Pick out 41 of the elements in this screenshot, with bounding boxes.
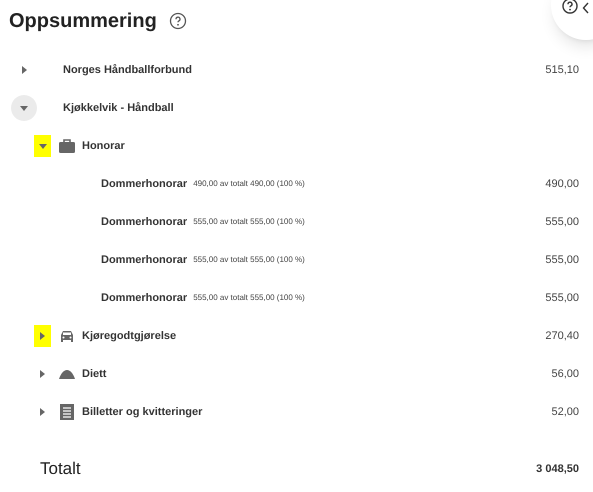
- item-amount: 555,00: [545, 290, 579, 306]
- collapse-button[interactable]: [582, 2, 590, 14]
- caret-right-icon: [40, 370, 45, 378]
- category-amount: 270,40: [545, 328, 579, 344]
- category-amount: 56,00: [551, 366, 579, 382]
- category-label[interactable]: Billetter og kvitteringer: [82, 404, 202, 420]
- help-button[interactable]: [562, 0, 578, 14]
- item-detail: 555,00 av totalt 555,00 (100 %): [193, 292, 305, 304]
- item-detail: 490,00 av totalt 490,00 (100 %): [193, 178, 305, 190]
- item-detail: 555,00 av totalt 555,00 (100 %): [193, 216, 305, 228]
- total-amount: 3 048,50: [536, 462, 579, 477]
- caret-right-icon: [40, 332, 45, 340]
- briefcase-icon: [58, 137, 76, 155]
- caret-right-icon: [40, 408, 45, 416]
- category-label[interactable]: Honorar: [82, 138, 125, 154]
- caret-right-icon: [22, 66, 26, 74]
- receipt-icon: [58, 403, 76, 421]
- category-label[interactable]: Kjøregodtgjørelse: [82, 328, 176, 344]
- item-label: Dommerhonorar: [101, 176, 188, 192]
- category-amount: 52,00: [551, 404, 579, 420]
- collapse-toggle[interactable]: [11, 95, 37, 121]
- help-icon[interactable]: [168, 12, 187, 30]
- expand-toggle[interactable]: [34, 325, 51, 347]
- item-label: Dommerhonorar: [101, 252, 188, 268]
- group-label[interactable]: Kjøkkelvik - Håndball: [63, 100, 174, 116]
- item-label: Dommerhonorar: [101, 290, 188, 306]
- item-amount: 490,00: [545, 176, 579, 192]
- group-label[interactable]: Norges Håndballforbund: [63, 62, 192, 78]
- item-amount: 555,00: [545, 214, 579, 230]
- category-label[interactable]: Diett: [82, 366, 106, 382]
- collapse-toggle[interactable]: [34, 135, 51, 157]
- group-amount: 515,10: [545, 62, 579, 78]
- item-amount: 555,00: [545, 252, 579, 268]
- total-label: Totalt: [40, 458, 81, 480]
- item-label: Dommerhonorar: [101, 214, 188, 230]
- chevron-left-icon: [582, 2, 590, 14]
- caret-down-icon: [20, 106, 28, 110]
- page-title: Oppsummering: [9, 8, 157, 34]
- item-detail: 555,00 av totalt 555,00 (100 %): [193, 254, 305, 266]
- help-icon: [562, 0, 578, 14]
- caret-down-icon: [38, 144, 46, 148]
